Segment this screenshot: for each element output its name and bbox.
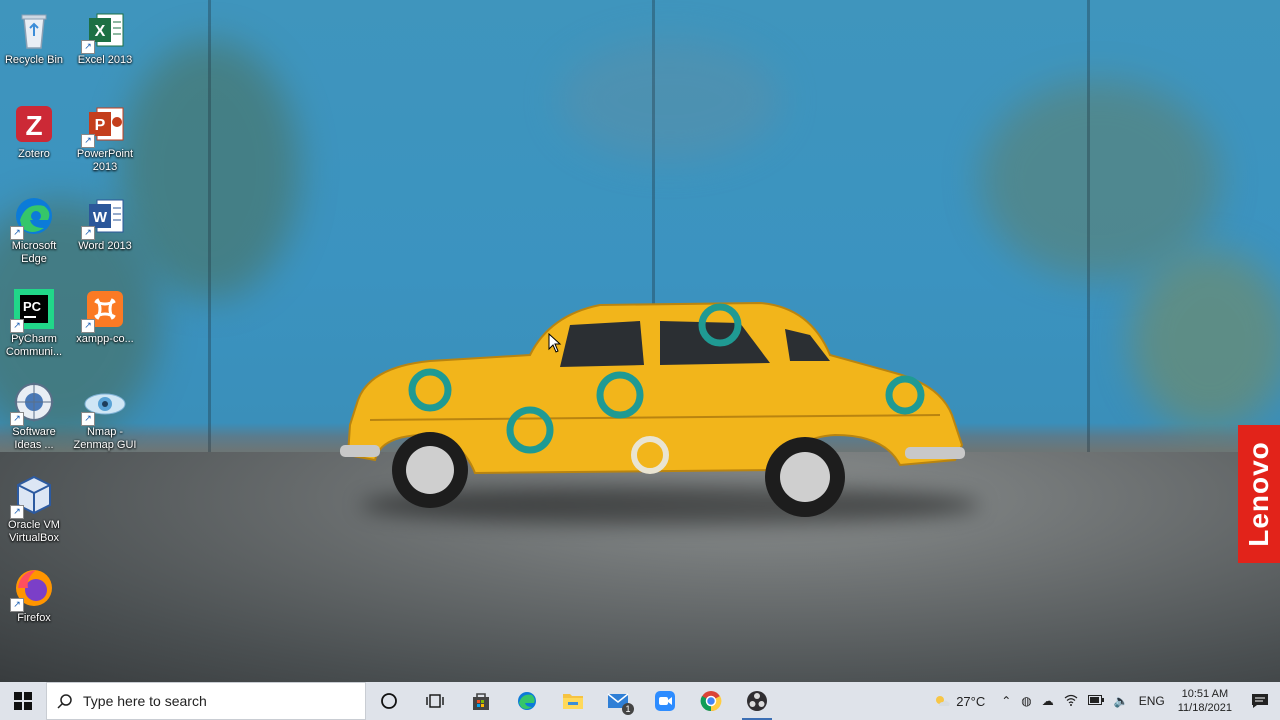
desktop-icon-word[interactable]: W ↗ Word 2013	[69, 190, 141, 253]
firefox-icon: ↗	[10, 566, 56, 612]
taskbar-search-box[interactable]: Type here to search	[46, 682, 366, 720]
software-ideas-icon: ↗	[10, 380, 56, 426]
taskbar-obs[interactable]	[734, 682, 780, 720]
clock[interactable]: 10:51 AM 11/18/2021	[1170, 687, 1240, 715]
wifi-icon[interactable]	[1059, 694, 1083, 709]
edge-icon	[518, 692, 536, 710]
taskbar-store[interactable]	[458, 682, 504, 720]
desktop-icon-powerpoint[interactable]: P ↗ PowerPoint 2013	[69, 98, 141, 174]
pycharm-icon: PC ↗	[10, 287, 56, 333]
chrome-icon	[700, 691, 722, 712]
desktop-icon-xampp[interactable]: ↗ xampp-co...	[69, 283, 141, 346]
desktop-icon-nmap[interactable]: ↗ Nmap - Zenmap GUI	[69, 376, 141, 452]
store-icon	[473, 693, 489, 710]
zoom-icon	[655, 691, 675, 711]
windows-logo-icon	[14, 692, 32, 710]
desktop-icon-label: Word 2013	[78, 240, 132, 252]
desktop-icon-edge[interactable]: ↗ Microsoft Edge	[0, 190, 70, 266]
desktop-icon-label: Zotero	[18, 148, 50, 160]
desktop-icon-label: PowerPoint 2013	[76, 148, 134, 173]
meet-now-icon[interactable]: ◍	[1016, 694, 1036, 708]
mail-badge: 1	[622, 703, 634, 715]
desktop-icon-firefox[interactable]: ↗ Firefox	[0, 562, 70, 625]
onedrive-icon[interactable]: ☁	[1037, 694, 1059, 708]
svg-text:PC: PC	[23, 299, 42, 314]
desktop-icon-virtualbox[interactable]: ↗ Oracle VM VirtualBox	[0, 469, 70, 545]
taskbar-chrome[interactable]	[688, 682, 734, 720]
word-icon: W ↗	[81, 194, 127, 240]
clock-time: 10:51 AM	[1181, 688, 1229, 700]
lenovo-label: Lenovo	[1243, 441, 1274, 547]
clock-date: 11/18/2021	[1177, 702, 1232, 714]
battery-icon[interactable]	[1083, 694, 1109, 708]
chevron-up-icon[interactable]: ⌃	[996, 694, 1016, 708]
desktop-icon-pycharm[interactable]: PC ↗ PyCharm Communi...	[0, 283, 70, 359]
task-view-button[interactable]	[412, 682, 458, 720]
desktop-icon-label: Microsoft Edge	[11, 240, 57, 265]
desktop-icon-excel[interactable]: X ↗ Excel 2013	[69, 4, 141, 67]
desktop-wallpaper	[0, 0, 1280, 682]
edge-icon: ↗	[10, 194, 56, 240]
taskbar-mail[interactable]: 1	[596, 682, 642, 720]
powerpoint-icon: P ↗	[81, 102, 127, 148]
desktop-icon-label: Software Ideas ...	[12, 426, 56, 451]
desktop-icon-label: Recycle Bin	[4, 54, 64, 66]
search-placeholder: Type here to search	[83, 693, 207, 709]
search-icon	[57, 694, 72, 709]
volume-icon[interactable]: 🔈	[1109, 694, 1134, 708]
svg-text:P: P	[95, 117, 106, 134]
system-tray: 27°C ⌃ ◍ ☁ 🔈 ENG 10:51 AM 11/18/2021	[933, 682, 1280, 720]
desktop-icon-software-ideas[interactable]: ↗ Software Ideas ...	[0, 376, 70, 452]
svg-text:W: W	[93, 209, 108, 226]
virtualbox-icon: ↗	[10, 473, 56, 519]
svg-text:X: X	[95, 23, 106, 40]
language-indicator[interactable]: ENG	[1134, 694, 1170, 708]
svg-text:Z: Z	[25, 110, 42, 141]
action-center-button[interactable]	[1240, 682, 1280, 720]
yellow-car-illustration	[340, 301, 965, 517]
recycle-bin-icon	[12, 8, 56, 52]
desktop-icon-zotero[interactable]: Z Zotero	[0, 98, 70, 161]
desktop-icon-recycle-bin[interactable]: Recycle Bin	[0, 4, 70, 67]
cortana-icon	[381, 693, 397, 709]
taskbar: Type here to search 1 27°C ⌃ ◍ ☁ 🔈 ENG 1…	[0, 682, 1280, 720]
taskbar-zoom[interactable]	[642, 682, 688, 720]
desktop-icon-label: Nmap - Zenmap GUI	[73, 426, 137, 451]
excel-icon: X ↗	[81, 8, 127, 54]
desktop-icon-label: xampp-co...	[76, 333, 134, 345]
zotero-icon: Z	[12, 102, 56, 146]
weather-temperature[interactable]: 27°C	[951, 694, 990, 709]
weather-icon[interactable]	[933, 693, 951, 709]
notification-icon	[1252, 694, 1268, 708]
file-explorer-icon	[563, 694, 583, 709]
mouse-pointer-icon	[548, 333, 562, 353]
obs-icon	[747, 691, 767, 711]
taskbar-edge[interactable]	[504, 682, 550, 720]
desktop-icon-label: Excel 2013	[77, 54, 133, 66]
desktop-icon-label: Oracle VM VirtualBox	[8, 519, 60, 544]
lenovo-brand-tab[interactable]: Lenovo	[1238, 425, 1280, 563]
cortana-button[interactable]	[366, 682, 412, 720]
desktop-icon-label: PyCharm Communi...	[5, 333, 63, 358]
taskbar-file-explorer[interactable]	[550, 682, 596, 720]
desktop-icon-label: Firefox	[17, 612, 51, 624]
task-view-icon	[426, 694, 444, 708]
nmap-icon: ↗	[81, 380, 127, 426]
start-button[interactable]	[0, 682, 46, 720]
xampp-icon: ↗	[81, 287, 127, 333]
